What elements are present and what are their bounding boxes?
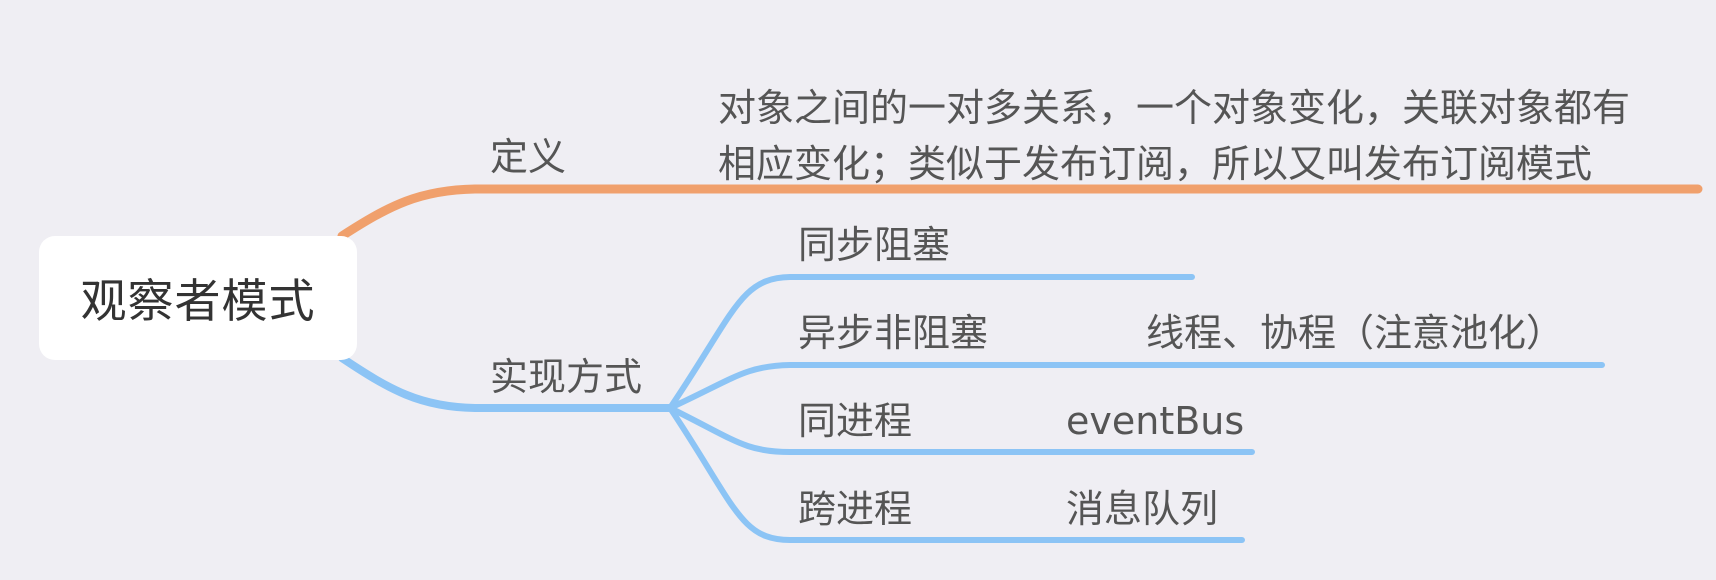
node-same-process-detail[interactable]: eventBus <box>1066 402 1244 440</box>
root-node[interactable]: 观察者模式 <box>39 236 357 360</box>
node-cross-process-detail[interactable]: 消息队列 <box>1066 490 1218 528</box>
node-async-nonblocking[interactable]: 异步非阻塞 <box>798 314 988 352</box>
connector-definition <box>337 184 1703 241</box>
root-label: 观察者模式 <box>80 274 316 328</box>
node-cross-process[interactable]: 跨进程 <box>798 490 912 528</box>
node-sync-blocking[interactable]: 同步阻塞 <box>798 226 950 264</box>
definition-note-line-1: 对象之间的一对多关系，一个对象变化，关联对象都有 <box>718 86 1631 130</box>
branch-label-definition[interactable]: 定义 <box>490 138 566 176</box>
branch-label-implementation[interactable]: 实现方式 <box>490 358 642 396</box>
definition-note-line-2: 相应变化；类似于发布订阅，所以又叫发布订阅模式 <box>718 142 1593 186</box>
node-same-process[interactable]: 同进程 <box>798 402 912 440</box>
definition-note: 对象之间的一对多关系，一个对象变化，关联对象都有 相应变化；类似于发布订阅，所以… <box>718 80 1630 192</box>
node-async-detail[interactable]: 线程、协程（注意池化） <box>1146 314 1564 352</box>
